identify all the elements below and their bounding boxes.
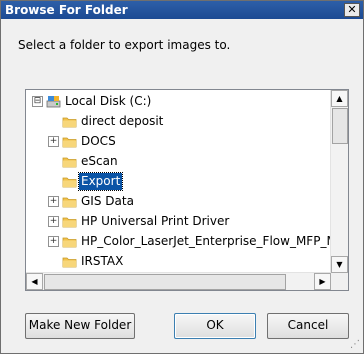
tree-item-docs[interactable]: + DOCS: [26, 132, 331, 151]
tree-item-hp-color-laserjet-enterprise-flow-mfp-m5[interactable]: + HP_Color_LaserJet_Enterprise_Flow_MFP_M…: [26, 232, 344, 251]
folder-tree[interactable]: IRSTAX + HP_Color_LaserJet_Enterprise_Flow…: [25, 89, 349, 291]
tree-item-label: Export: [77, 172, 124, 191]
folder-icon: [62, 177, 77, 188]
expand-icon[interactable]: +: [48, 216, 59, 227]
tree-item-label: eScan: [81, 154, 118, 168]
close-button[interactable]: ✕: [344, 3, 360, 17]
tree-item-gis-data[interactable]: + GIS Data: [26, 192, 331, 211]
instruction-text: Select a folder to export images to.: [18, 38, 231, 52]
folder-icon: [62, 117, 77, 128]
scroll-up-button[interactable]: ▲: [331, 90, 348, 107]
tree-item-irstax[interactable]: IRSTAX: [26, 252, 331, 271]
horizontal-scrollbar[interactable]: ◀ ▶: [26, 272, 331, 290]
vertical-scroll-thumb[interactable]: [332, 108, 348, 144]
expand-icon[interactable]: +: [48, 136, 59, 147]
tree-item-escan[interactable]: eScan: [26, 152, 331, 171]
vertical-scrollbar[interactable]: ▲ ▼: [330, 90, 348, 273]
scroll-left-button[interactable]: ◀: [26, 273, 43, 290]
tree-item-label: DOCS: [81, 134, 116, 148]
cancel-button[interactable]: Cancel: [267, 313, 349, 339]
dialog-title: Browse For Folder: [5, 3, 128, 17]
tree-item-label: Local Disk (C:): [65, 94, 152, 108]
tree-item-export[interactable]: Export: [26, 172, 331, 191]
folder-icon: [62, 197, 77, 208]
tree-item-local-disk-c[interactable]: ⊟ Local Disk (C:): [26, 92, 331, 111]
browse-for-folder-dialog: Browse For Folder ✕ Select a folder to e…: [0, 0, 364, 354]
folder-icon: [62, 157, 77, 168]
title-bar[interactable]: Browse For Folder ✕: [1, 1, 363, 19]
tree-item-label: direct deposit: [81, 114, 164, 128]
scrollbar-corner: [331, 273, 348, 290]
tree-item-direct-deposit[interactable]: direct deposit: [26, 112, 331, 131]
ok-button[interactable]: OK: [174, 313, 256, 339]
horizontal-scroll-thumb[interactable]: [44, 274, 286, 290]
expand-icon[interactable]: +: [48, 196, 59, 207]
make-new-folder-button[interactable]: Make New Folder: [25, 313, 135, 339]
scroll-right-button[interactable]: ▶: [314, 273, 331, 290]
tree-item-label: GIS Data: [81, 194, 134, 208]
tree-item-label: IRSTAX: [81, 254, 124, 268]
folder-icon: [62, 257, 77, 268]
folder-icon: [62, 217, 77, 228]
expand-icon[interactable]: +: [48, 236, 59, 247]
tree-item-label: HP_Color_LaserJet_Enterprise_Flow_MFP_M5: [81, 234, 345, 248]
collapse-icon[interactable]: ⊟: [32, 96, 43, 107]
folder-icon: [62, 137, 77, 148]
drive-icon: [46, 96, 61, 108]
scroll-down-button[interactable]: ▼: [331, 256, 348, 273]
tree-item-hp-universal-print-driver[interactable]: + HP Universal Print Driver: [26, 212, 331, 231]
folder-icon: [62, 237, 77, 248]
tree-item-label: HP Universal Print Driver: [81, 214, 230, 228]
resize-grip-icon[interactable]: ⋰: [350, 340, 360, 350]
